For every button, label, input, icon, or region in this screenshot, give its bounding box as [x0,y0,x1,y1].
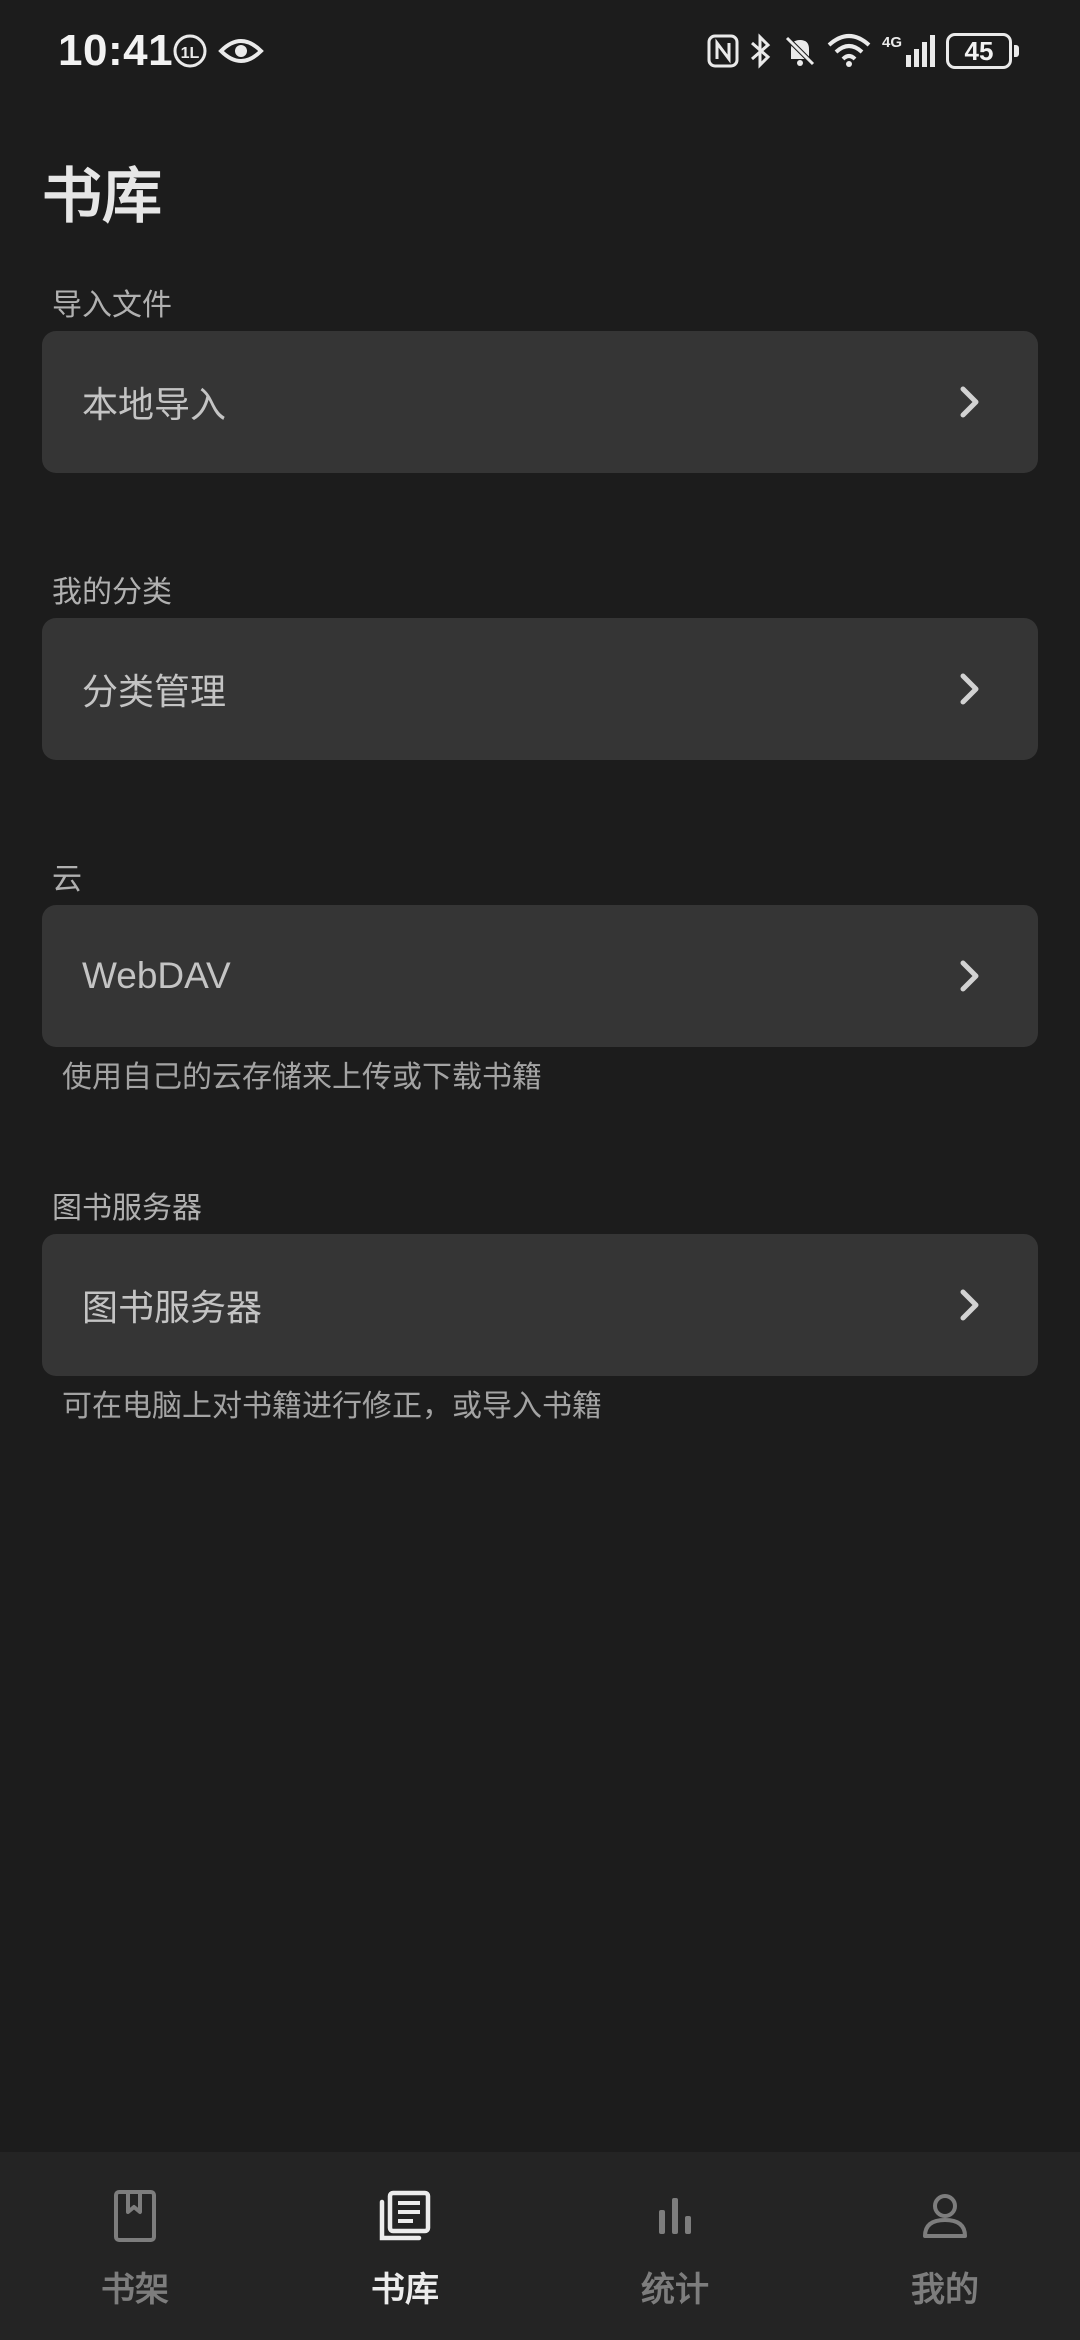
stats-icon [659,2198,691,2234]
nfc-icon [707,34,739,68]
local-import-item[interactable]: 本地导入 [42,331,1038,473]
book-server-label: 图书服务器 [82,1288,263,1329]
battery-icon: 45 [946,33,1012,69]
profile-icon [923,2194,967,2238]
chevron-right-icon [960,960,979,992]
section-header-import: 导入文件 [52,288,172,323]
bell-muted-icon [785,36,815,66]
status-time: 10:41 [58,26,174,75]
page-title: 书库 [42,162,162,232]
webdav-item[interactable]: WebDAV [42,905,1038,1047]
nav-label-library: 书库 [371,2270,439,2310]
data-saver-icon: 1L [173,34,207,68]
svg-text:1L: 1L [181,45,200,62]
bookshelf-icon [114,2190,156,2242]
book-server-description: 可在电脑上对书籍进行修正，或导入书籍 [62,1389,602,1424]
nav-item-bookshelf[interactable]: 书架 [0,2152,270,2340]
nav-item-profile[interactable]: 我的 [810,2152,1080,2340]
library-icon [379,2190,431,2241]
svg-text:4G: 4G [882,34,902,51]
book-server-item[interactable]: 图书服务器 [42,1234,1038,1376]
webdav-description: 使用自己的云存储来上传或下载书籍 [62,1060,542,1095]
section-header-book-server: 图书服务器 [52,1191,202,1226]
battery-tip [1014,45,1019,57]
section-header-category: 我的分类 [52,575,172,610]
bluetooth-icon [751,33,771,69]
nav-item-library[interactable]: 书库 [270,2152,540,2340]
nav-label-stats: 统计 [641,2270,709,2310]
nav-label-profile: 我的 [911,2270,979,2310]
signal-4g-icon: 4G [882,34,935,67]
wifi-icon [827,34,871,67]
chevron-right-icon [960,386,979,418]
section-header-cloud: 云 [52,862,82,897]
nav-label-bookshelf: 书架 [101,2270,169,2310]
bottom-nav: 书架 书库 统计 我的 [0,2152,1080,2340]
screen: 10:41 1L 4G 45 书库 导入文件 本地导入 我的分类 分类管理 云 … [0,0,1080,2340]
chevron-right-icon [960,1289,979,1321]
category-manage-label: 分类管理 [82,672,227,713]
category-manage-item[interactable]: 分类管理 [42,618,1038,760]
eye-icon [218,39,264,63]
local-import-label: 本地导入 [82,385,227,426]
nav-item-stats[interactable]: 统计 [540,2152,810,2340]
webdav-label: WebDAV [82,955,231,996]
status-bar: 10:41 1L 4G 45 [0,0,1080,110]
chevron-right-icon [960,673,979,705]
